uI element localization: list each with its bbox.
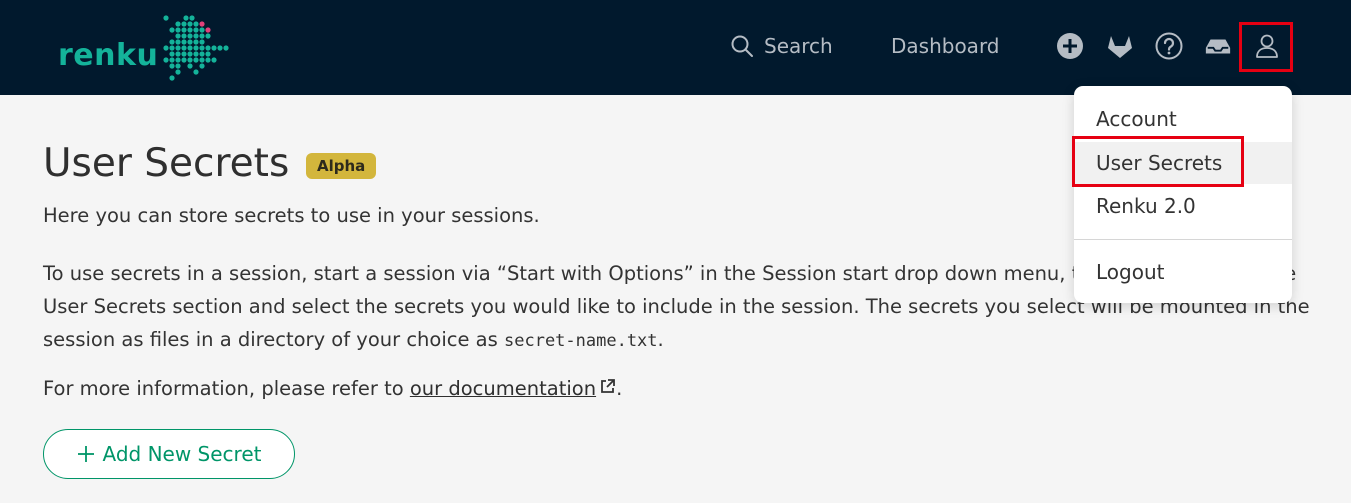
plus-icon [77,446,94,462]
gitlab-icon[interactable] [1106,32,1134,60]
plus-circle-icon[interactable] [1056,32,1084,60]
user-menu-highlight [1239,22,1293,72]
info-suffix: . [616,377,623,400]
help-circle-icon[interactable] [1155,32,1183,60]
renku-logo[interactable]: renku [56,12,236,84]
logo-frog-icon [163,15,229,81]
dropdown-item-account[interactable]: Account [1074,98,1292,140]
top-navbar: renku Search Dashboard [0,0,1351,95]
search-label: Search [764,34,833,58]
logo-text: renku [58,38,159,73]
search-nav-link[interactable]: Search [730,34,833,58]
add-new-secret-label: Add New Secret [102,442,262,466]
intro-text: Here you can store secrets to use in you… [43,204,540,227]
add-new-secret-button[interactable]: Add New Secret [43,429,295,479]
dropdown-item-renku-2[interactable]: Renku 2.0 [1074,185,1292,227]
search-icon [731,35,753,57]
external-link-icon [599,377,616,400]
user-secrets-highlight [1072,136,1244,187]
documentation-link[interactable]: our documentation [410,377,596,400]
alpha-badge: Alpha [306,153,377,179]
dropdown-divider [1074,239,1292,240]
inbox-icon[interactable] [1204,32,1232,60]
dashboard-nav-link[interactable]: Dashboard [891,34,1000,58]
filename-code: secret-name.txt [504,331,658,351]
info-paragraph: For more information, please refer to ou… [43,377,622,400]
user-dropdown-menu: Account User Secrets Renku 2.0 Logout [1074,86,1292,303]
info-prefix: For more information, please refer to [43,377,410,400]
usage-end: . [657,328,664,351]
dropdown-item-logout[interactable]: Logout [1074,251,1292,293]
page-title: User Secrets [43,141,290,186]
